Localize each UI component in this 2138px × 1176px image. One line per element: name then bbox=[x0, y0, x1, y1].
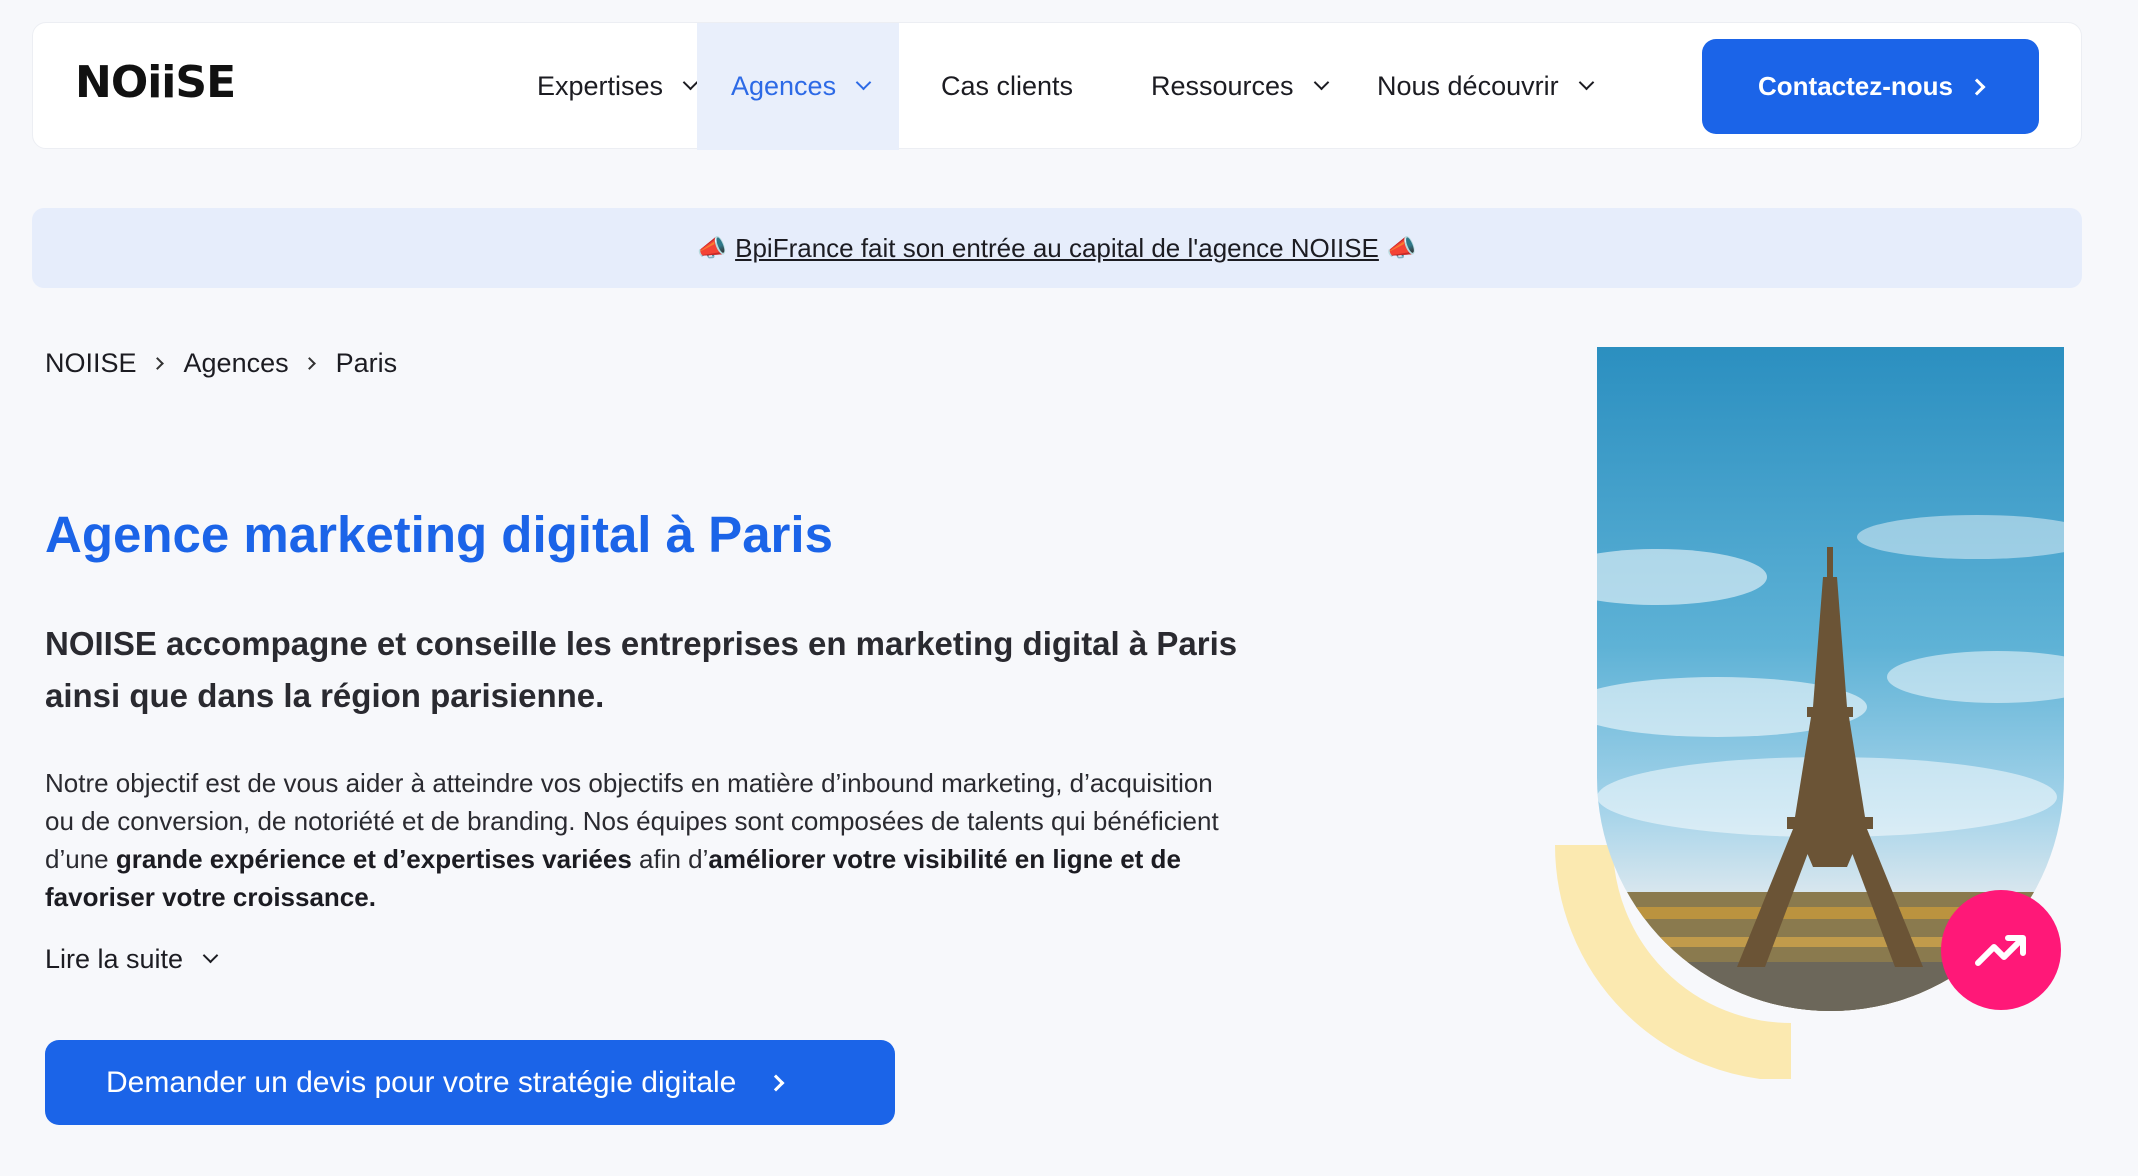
nav-label: Cas clients bbox=[941, 71, 1074, 101]
body-bold-1: grande expérience et d’expertises variée… bbox=[115, 844, 632, 874]
nav-item-cas-clients[interactable]: Cas clients bbox=[931, 23, 1083, 150]
announcement-link[interactable]: BpiFrance fait son entrée au capital de … bbox=[735, 233, 1379, 264]
chevron-down-icon bbox=[202, 947, 219, 964]
lead-paragraph: NOIISE accompagne et conseille les entre… bbox=[45, 625, 1238, 714]
megaphone-icon: 📣 bbox=[1386, 234, 1417, 262]
nav-item-expertises[interactable]: Expertises bbox=[509, 23, 724, 150]
nav-label: Nous découvrir bbox=[1377, 71, 1559, 101]
breadcrumb-item-current: Paris bbox=[335, 348, 398, 378]
quote-request-button[interactable]: Demander un devis pour votre stratégie d… bbox=[45, 1040, 895, 1125]
logo[interactable]: NOiiSE bbox=[75, 61, 236, 105]
chevron-down-icon bbox=[1313, 74, 1329, 91]
announcement-banner: 📣 BpiFrance fait son entrée au capital d… bbox=[32, 208, 2082, 288]
chevron-down-icon bbox=[855, 74, 872, 91]
nav-item-ressources[interactable]: Ressources bbox=[1141, 23, 1337, 150]
chevron-right-icon bbox=[767, 1074, 785, 1091]
body-paragraph: Notre objectif est de vous aider à attei… bbox=[45, 764, 1245, 916]
nav-label: Ressources bbox=[1151, 71, 1294, 101]
chevron-down-icon bbox=[1578, 74, 1594, 91]
quote-request-label: Demander un devis pour votre stratégie d… bbox=[106, 1065, 737, 1099]
chevron-down-icon bbox=[682, 74, 699, 91]
contact-button-label: Contactez-nous bbox=[1758, 71, 1953, 101]
nav-item-agences[interactable]: Agences bbox=[697, 23, 899, 150]
trending-up-badge bbox=[1941, 890, 2061, 1010]
nav-label: Agences bbox=[731, 71, 837, 101]
breadcrumb-item-agences[interactable]: Agences bbox=[184, 348, 289, 379]
trending-up-icon bbox=[1975, 935, 2026, 966]
read-more-toggle[interactable]: Lire la suite bbox=[45, 944, 219, 975]
nav-item-nous-decouvrir[interactable]: Nous découvrir bbox=[1367, 23, 1602, 150]
breadcrumb: NOIISE Agences Paris bbox=[45, 348, 397, 379]
contact-button[interactable]: Contactez-nous bbox=[1702, 39, 2039, 134]
nav-label: Expertises bbox=[537, 71, 664, 101]
body-text-2: afin d’ bbox=[631, 844, 709, 874]
site-header: NOiiSE Expertises Agences Cas clients Re… bbox=[32, 22, 2082, 150]
page-title: Agence marketing digital à Paris bbox=[45, 506, 833, 563]
chevron-right-icon bbox=[1968, 78, 1986, 95]
chevron-right-icon bbox=[302, 357, 316, 370]
chevron-right-icon bbox=[150, 357, 164, 370]
megaphone-icon: 📣 bbox=[697, 234, 728, 262]
read-more-label: Lire la suite bbox=[45, 944, 184, 974]
breadcrumb-item-home[interactable]: NOIISE bbox=[45, 348, 137, 379]
